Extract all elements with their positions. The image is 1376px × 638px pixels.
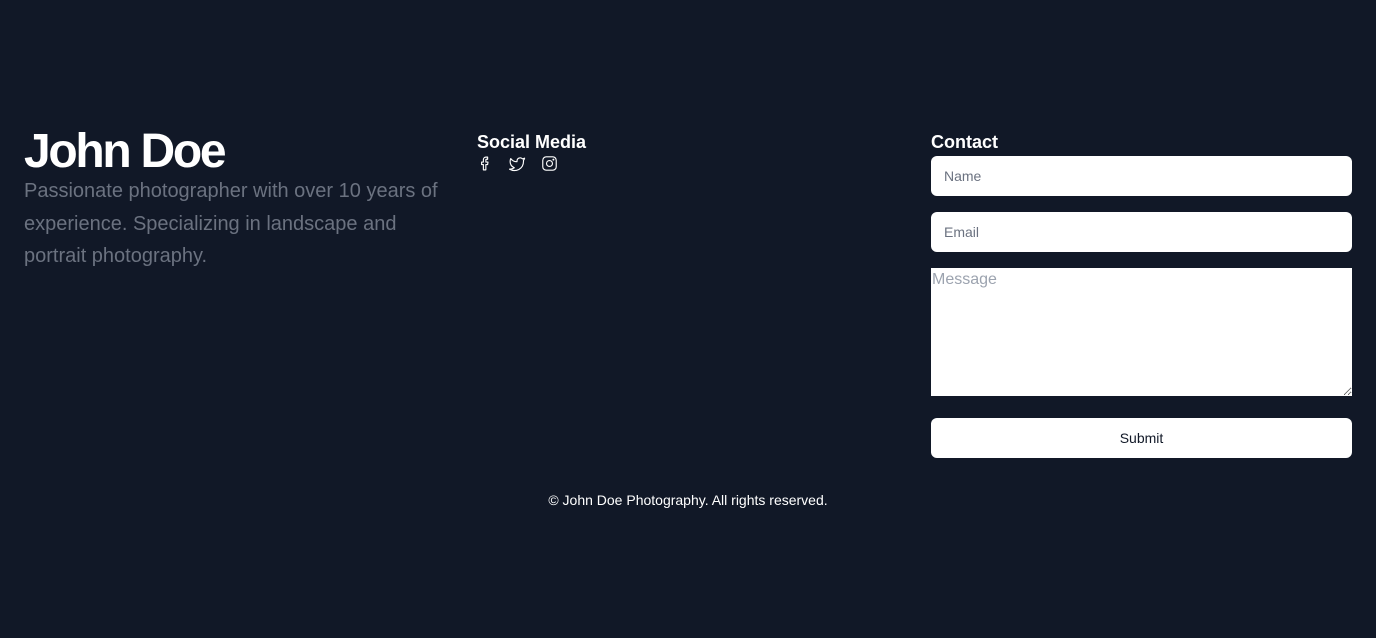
photographer-name: John Doe [24,125,227,178]
name-input[interactable] [931,156,1352,196]
submit-button[interactable]: Submit [931,418,1352,458]
footer-page: John Doe Passionate photographer with ov… [0,0,1376,638]
contact-title: Contact [931,132,998,152]
social-media-title: Social Media [477,132,587,152]
copyright-text: © John Doe Photography. All rights reser… [548,492,828,508]
bio-text: Passionate photographer with over 10 yea… [24,180,438,267]
social-icons [477,155,573,172]
message-textarea[interactable] [931,268,1352,396]
twitter-icon[interactable] [509,155,526,172]
facebook-icon[interactable] [477,155,494,172]
email-input[interactable] [931,212,1352,252]
instagram-icon[interactable] [541,155,558,172]
